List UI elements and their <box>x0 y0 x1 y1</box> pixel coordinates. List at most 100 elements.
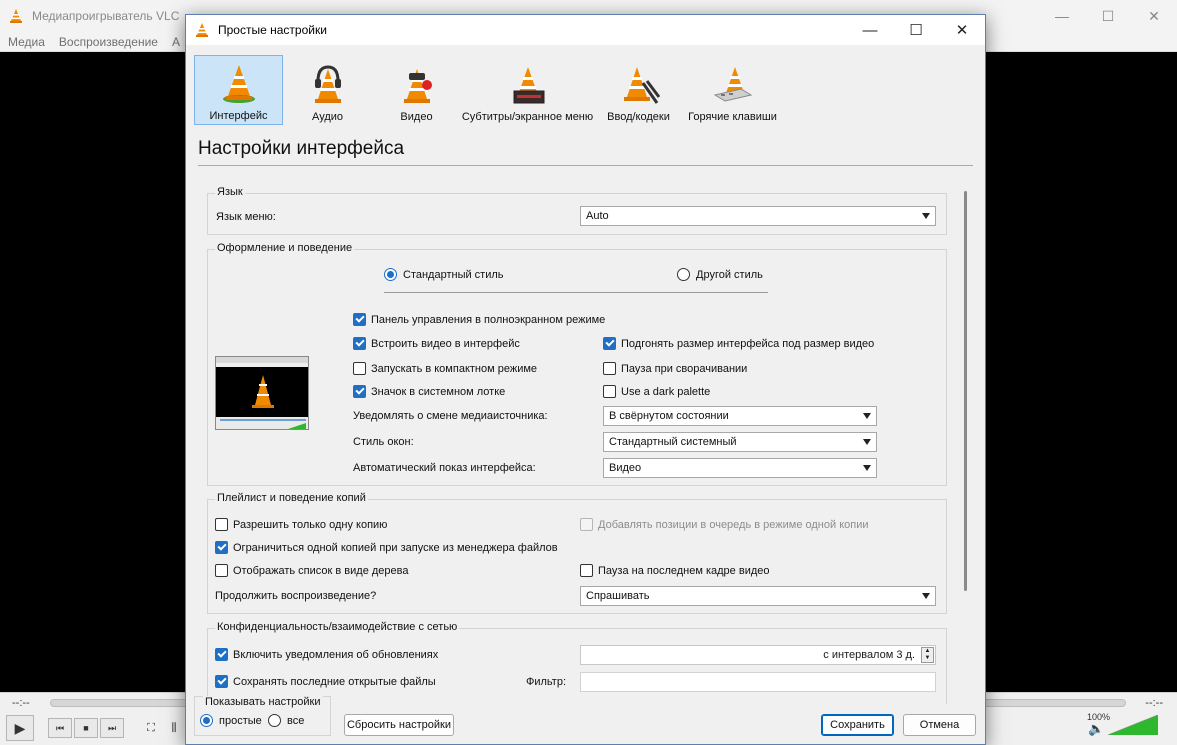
tree-view-checkbox[interactable]: Отображать список в виде дерева <box>215 564 408 577</box>
show-settings-label: Показывать настройки <box>203 696 323 708</box>
next-button[interactable]: ⏭ <box>100 718 124 738</box>
vlc-preview-icon <box>216 357 308 429</box>
preferences-dialog: Простые настройки — ☐ ✕ Интерфейс Аудио … <box>185 14 986 745</box>
volume-label: 100% <box>1087 712 1111 722</box>
checkbox-box <box>603 385 616 398</box>
checkbox-box <box>353 337 366 350</box>
vlc-cone-icon <box>196 23 208 37</box>
group-language-label: Язык <box>215 186 245 198</box>
equalizer-icon: ⫼ <box>171 721 177 734</box>
filter-input[interactable] <box>580 672 936 692</box>
title-divider <box>198 165 973 166</box>
systray-icon-checkbox[interactable]: Значок в системном лотке <box>353 385 505 398</box>
checkbox-box <box>215 648 228 661</box>
volume-slider[interactable] <box>1108 715 1158 735</box>
update-interval-spinbox[interactable]: с интервалом 3 д. ▲ ▼ <box>580 645 936 665</box>
style-standard-label: Стандартный стиль <box>403 268 504 281</box>
category-audio[interactable]: Аудио <box>283 55 372 125</box>
one-instance-file-manager-checkbox[interactable]: Ограничиться одной копией при запуске из… <box>215 541 558 554</box>
checkbox-box <box>215 518 228 531</box>
update-interval-value: с интервалом 3 д. <box>823 649 915 661</box>
category-interface[interactable]: Интерфейс <box>194 55 283 125</box>
reset-button[interactable]: Сбросить настройки <box>344 714 454 736</box>
checkbox-box <box>580 564 593 577</box>
settings-scroll-area: Язык Язык меню: Auto Оформление и поведе… <box>198 178 972 704</box>
show-simple-radio[interactable]: простые <box>200 714 262 727</box>
pause-minimized-checkbox[interactable]: Пауза при сворачивании <box>603 362 747 375</box>
fullscreen-controller-label: Панель управления в полноэкранном режиме <box>371 313 606 326</box>
show-settings-group: Показывать настройки простые все <box>194 696 331 736</box>
notify-label: Уведомлять о смене медиаисточника: <box>353 410 548 422</box>
menu-language-value: Auto <box>586 210 609 222</box>
category-input-codecs[interactable]: Ввод/кодеки <box>594 55 683 125</box>
menu-language-select[interactable]: Auto <box>580 206 936 226</box>
play-button[interactable]: ▶ <box>6 715 34 741</box>
checkbox-box <box>580 518 593 531</box>
save-button[interactable]: Сохранить <box>821 714 894 736</box>
start-minimal-checkbox[interactable]: Запускать в компактном режиме <box>353 362 537 375</box>
menu-audio[interactable]: А <box>164 35 186 49</box>
category-label: Субтитры/экранное меню <box>461 111 594 123</box>
systray-icon-label: Значок в системном лотке <box>371 385 506 398</box>
update-notify-checkbox[interactable]: Включить уведомления об обновлениях <box>215 648 438 661</box>
speaker-icon[interactable]: 🔈 <box>1088 721 1104 737</box>
radio-dot <box>677 268 690 281</box>
menu-playback[interactable]: Воспроизведение <box>51 35 164 49</box>
dark-palette-checkbox[interactable]: Use a dark palette <box>603 385 710 398</box>
group-appearance-label: Оформление и поведение <box>215 242 355 254</box>
fullscreen-button[interactable]: ⛶ <box>140 718 162 738</box>
spin-arrows-icon[interactable]: ▲ ▼ <box>921 647 934 663</box>
category-hotkeys[interactable]: Горячие клавиши <box>683 55 782 125</box>
headphones-cone-icon <box>314 65 341 103</box>
pause-last-frame-label: Пауза на последнем кадре видео <box>598 564 770 577</box>
notify-select[interactable]: В свёрнутом состоянии <box>603 406 877 426</box>
cancel-button[interactable]: Отмена <box>903 714 976 736</box>
maximize-icon[interactable]: ☐ <box>893 15 939 45</box>
save-recent-checkbox[interactable]: Сохранять последние открытые файлы <box>215 675 436 688</box>
chevron-down-icon <box>863 439 871 445</box>
checkbox-box <box>353 385 366 398</box>
stop-button[interactable]: ■ <box>74 718 98 738</box>
auto-raise-select[interactable]: Видео <box>603 458 877 478</box>
show-all-radio[interactable]: все <box>268 714 304 727</box>
one-instance-checkbox[interactable]: Разрешить только одну копию <box>215 518 387 531</box>
group-playlist-label: Плейлист и поведение копий <box>215 492 368 504</box>
previous-icon: ⏮ <box>55 722 65 733</box>
category-label: Ввод/кодеки <box>607 111 670 123</box>
update-notify-label: Включить уведомления об обновлениях <box>233 648 439 661</box>
pause-last-frame-checkbox[interactable]: Пауза на последнем кадре видео <box>580 564 770 577</box>
embed-video-checkbox[interactable]: Встроить видео в интерфейс <box>353 337 520 350</box>
category-label: Видео <box>400 111 433 123</box>
codecs-cone-icon <box>623 67 660 104</box>
category-video[interactable]: Видео <box>372 55 461 125</box>
tree-view-label: Отображать список в виде дерева <box>233 564 409 577</box>
resume-select[interactable]: Спрашивать <box>580 586 936 606</box>
menu-media[interactable]: Медиа <box>0 35 51 49</box>
fullscreen-icon: ⛶ <box>147 721 155 734</box>
resize-to-video-checkbox[interactable]: Подгонять размер интерфейса под размер в… <box>603 337 874 350</box>
style-standard-radio[interactable]: Стандартный стиль <box>384 268 504 281</box>
interface-cone-icon <box>222 65 255 103</box>
checkbox-box <box>353 362 366 375</box>
fullscreen-controller-checkbox[interactable]: Панель управления в полноэкранном режиме <box>353 313 605 326</box>
checkbox-box <box>603 337 616 350</box>
group-language: Язык Язык меню: Auto <box>207 186 947 235</box>
chevron-down-icon <box>922 593 930 599</box>
previous-button[interactable]: ⏮ <box>48 718 72 738</box>
minimize-icon[interactable]: — <box>847 15 893 45</box>
radio-dot <box>384 268 397 281</box>
minimize-icon[interactable]: — <box>1039 0 1085 32</box>
maximize-icon[interactable]: ☐ <box>1085 0 1131 32</box>
filter-label: Фильтр: <box>526 676 567 688</box>
window-style-select[interactable]: Стандартный системный <box>603 432 877 452</box>
close-icon[interactable]: ✕ <box>939 15 985 45</box>
extended-settings-button[interactable]: ⫼ <box>166 718 182 738</box>
chevron-down-icon <box>863 465 871 471</box>
category-subtitles[interactable]: Субтитры/экранное меню <box>461 55 594 125</box>
interface-preview-image <box>215 356 309 430</box>
dialog-titlebar: Простые настройки — ☐ ✕ <box>186 15 985 45</box>
group-appearance: Оформление и поведение Стандартный стиль… <box>207 242 947 486</box>
enqueue-one-instance-label: Добавлять позиции в очередь в режиме одн… <box>598 518 869 531</box>
close-icon[interactable]: ✕ <box>1131 0 1177 32</box>
style-other-radio[interactable]: Другой стиль <box>677 268 763 281</box>
